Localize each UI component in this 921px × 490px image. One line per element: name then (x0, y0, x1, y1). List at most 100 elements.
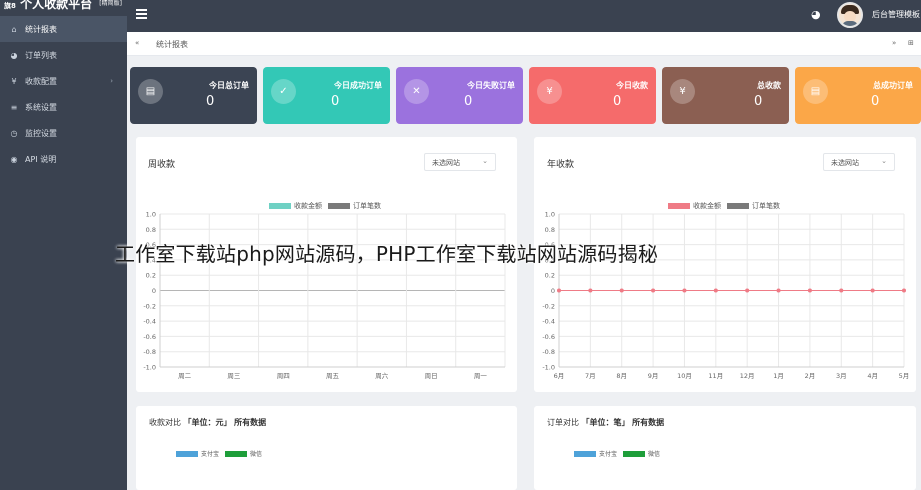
y-tick-label: 0.2 (545, 272, 555, 280)
close-icon: ✕ (404, 79, 429, 104)
sidebar: 旗8 个人收款平台 [精简版] ⌂ 统计报表 ◕ 订单列表 ¥ 收款配置 › ≡… (0, 0, 127, 490)
y-tick-label: -0.4 (542, 318, 555, 326)
y-tick-label: 0.8 (146, 226, 156, 234)
card-title: 总成功订单 (873, 81, 913, 90)
chevron-right-icon: › (110, 77, 113, 85)
sidebar-item-system-settings[interactable]: ≡ 系统设置 (0, 94, 127, 120)
data-point (807, 288, 812, 293)
order-compare-panel: 订单对比 「单位：笔」 所有数据 支付宝 微信 (534, 406, 916, 490)
data-point (745, 288, 750, 293)
eye-icon: ◉ (10, 154, 18, 164)
sidebar-item-label: API 说明 (25, 154, 57, 164)
y-tick-label: 1.0 (146, 211, 156, 219)
data-point (713, 288, 718, 293)
data-point (902, 288, 906, 293)
data-point (619, 288, 624, 293)
file-icon: ▤ (138, 79, 163, 104)
sidebar-item-label: 监控设置 (25, 128, 57, 138)
list-icon: ≡ (10, 102, 18, 112)
menu-toggle-icon[interactable] (136, 9, 147, 19)
file-icon: ▤ (803, 79, 828, 104)
title-prefix: 订单对比 (547, 418, 579, 427)
sidebar-item-orders[interactable]: ◕ 订单列表 (0, 42, 127, 68)
brand-name: 个人收款平台 (20, 0, 93, 11)
title-prefix: 收款对比 (149, 418, 181, 427)
theme-palette-icon[interactable]: ◕ (811, 8, 821, 21)
tab-bar: « 统计报表 » ⊞ (127, 32, 921, 56)
brand-prefix: 旗8 (4, 2, 16, 10)
card-value: 0 (464, 94, 473, 109)
legend-swatch (225, 450, 248, 457)
y-tick-label: -0.8 (542, 348, 555, 356)
legend-label[interactable]: 支付宝 (599, 449, 617, 458)
tab-stats[interactable]: 统计报表 (156, 39, 188, 50)
title-unit: 「单位：元」 (183, 418, 232, 427)
y-tick-label: 0.2 (146, 272, 156, 280)
data-point (651, 288, 656, 293)
x-tick-label: 10月 (677, 372, 692, 380)
palette-icon: ◕ (10, 50, 18, 60)
x-tick-label: 周日 (425, 372, 438, 380)
x-tick-label: 5月 (899, 372, 910, 380)
x-tick-label: 6月 (554, 372, 565, 380)
stat-card-total-success: ▤ 总成功订单 0 (795, 67, 921, 124)
sidebar-item-label: 系统设置 (25, 102, 57, 112)
check-icon: ✓ (271, 79, 296, 104)
data-point (682, 288, 687, 293)
legend-swatch (623, 450, 646, 457)
sidebar-item-label: 统计报表 (25, 24, 57, 34)
x-tick-label: 周三 (227, 372, 241, 380)
card-value: 0 (613, 94, 622, 109)
y-tick-label: -0.6 (143, 333, 156, 341)
y-tick-label: -0.2 (143, 302, 156, 310)
x-tick-label: 周一 (474, 372, 488, 380)
card-value: 0 (871, 94, 880, 109)
title-suffix: 所有数据 (234, 418, 267, 427)
y-tick-label: -0.8 (143, 348, 156, 356)
card-title: 今日总订单 (209, 81, 249, 90)
legend-label[interactable]: 微信 (648, 449, 660, 458)
data-point (776, 288, 781, 293)
income-compare-panel: 收款对比 「单位：元」 所有数据 支付宝 微信 (136, 406, 517, 490)
yen-icon: ¥ (537, 79, 562, 104)
data-point (588, 288, 593, 293)
tab-scroll-left-icon[interactable]: « (135, 39, 139, 47)
sidebar-item-label: 收款配置 (25, 76, 57, 86)
user-name[interactable]: 后台管理模板 (872, 9, 920, 20)
tab-menu-icon[interactable]: ⊞ (908, 39, 914, 47)
x-tick-label: 4月 (867, 372, 878, 380)
y-tick-label: -0.2 (542, 302, 555, 310)
stat-card-today-income: ¥ 今日收款 0 (529, 67, 656, 124)
chart-legend: 支付宝 微信 (574, 449, 660, 458)
y-tick-label: 1.0 (545, 211, 555, 219)
sidebar-item-label: 订单列表 (25, 50, 57, 60)
legend-label[interactable]: 支付宝 (201, 449, 219, 458)
title-suffix: 所有数据 (632, 418, 665, 427)
title-unit: 「单位：笔」 (581, 418, 630, 427)
sidebar-item-api-docs[interactable]: ◉ API 说明 (0, 146, 127, 172)
brand-title: 旗8 个人收款平台 [精简版] (0, 0, 127, 14)
brand-tag: [精简版] (99, 0, 122, 7)
y-tick-label: -1.0 (542, 364, 555, 372)
sidebar-item-monitor-settings[interactable]: ◷ 监控设置 (0, 120, 127, 146)
yen-icon: ¥ (670, 79, 695, 104)
x-tick-label: 9月 (648, 372, 659, 380)
card-value: 0 (206, 94, 215, 109)
stat-card-today-success: ✓ 今日成功订单 0 (263, 67, 390, 124)
x-tick-label: 8月 (616, 372, 627, 380)
top-bar: ◕ 后台管理模板 (127, 0, 921, 32)
card-title: 今日收款 (616, 81, 648, 90)
y-tick-label: -0.4 (143, 318, 156, 326)
panel-title: 订单对比 「单位：笔」 所有数据 (547, 417, 664, 428)
avatar[interactable] (837, 2, 863, 28)
tab-scroll-right-icon[interactable]: » (892, 39, 896, 47)
data-point (839, 288, 844, 293)
sidebar-item-stats[interactable]: ⌂ 统计报表 (0, 16, 127, 42)
legend-label[interactable]: 微信 (250, 449, 262, 458)
legend-swatch (574, 450, 596, 457)
x-tick-label: 7月 (585, 372, 596, 380)
clock-icon: ◷ (10, 128, 18, 138)
x-tick-label: 周六 (375, 371, 389, 380)
card-title: 今日失败订单 (467, 81, 515, 90)
sidebar-item-payment-config[interactable]: ¥ 收款配置 › (0, 68, 127, 94)
